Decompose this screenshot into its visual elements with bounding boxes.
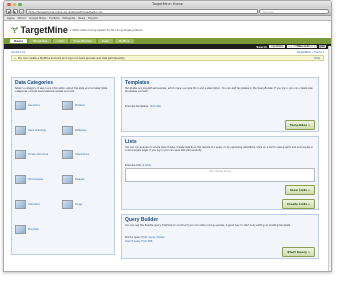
check-icon: ✔ [14, 56, 17, 60]
category-proteins[interactable]: Proteins [62, 101, 85, 110]
breadcrumb-trail[interactable]: TargetMine » Home ? [297, 51, 324, 54]
tab-querybuilder[interactable]: QueryBuilder [69, 38, 97, 44]
category-interactions[interactable]: Interactions [62, 150, 89, 159]
forward-button[interactable]: ▶ [12, 9, 18, 14]
notice-text: You can create a MyMine account and log … [17, 56, 126, 60]
login-links[interactable]: Take a tour | Log in [296, 44, 325, 48]
title-bar: TargetMine: Home [4, 1, 331, 8]
info-notice: ✔ You can create a MyMine account and lo… [11, 55, 324, 61]
hide-notice-link[interactable]: Hide [314, 57, 320, 60]
templates-button[interactable]: Templates » [284, 120, 315, 130]
start-query-from: Start a query from: Gene, Protein [125, 236, 165, 239]
site-header: 🝖 TargetMine v 2010: Data mining system … [4, 21, 331, 38]
category-label: Literature [28, 203, 40, 206]
example-lists-link[interactable]: (4 total) [142, 164, 152, 167]
tab-home[interactable]: Home [10, 38, 28, 44]
enzymes-icon [15, 225, 26, 234]
data-categories-desc: Select a category to see more informatio… [15, 86, 108, 93]
category-label: Proteins [75, 104, 85, 107]
category-label: Enzymes [28, 228, 39, 231]
literature-icon [15, 200, 26, 209]
category-label: Genomics [28, 104, 40, 107]
window-title: TargetMine: Home [152, 2, 183, 6]
contact-link[interactable]: Contact Us [11, 51, 25, 54]
disease-icon [62, 175, 73, 184]
tab-templates[interactable]: Templates [29, 38, 52, 44]
lists-box: [No matches found] [125, 168, 315, 182]
bookmark-item[interactable]: YouTube [49, 17, 60, 20]
example-lists: Example lists (4 total) [125, 164, 151, 167]
back-button[interactable]: ◀ [6, 9, 11, 14]
site-logo[interactable]: TargetMine [21, 25, 68, 35]
main-nav: Home Templates Lists QueryBuilder Data M… [4, 38, 331, 44]
pathways-icon [62, 126, 73, 135]
lists-panel: Lists You can run queries on whole lists… [121, 136, 319, 210]
bookmark-item[interactable]: Yahoo! [17, 17, 26, 20]
logo-icon: 🝖 [11, 26, 19, 35]
category-enzymes[interactable]: Enzymes [15, 225, 39, 234]
category-homologues[interactable]: Homologues [15, 175, 43, 184]
browser-window: TargetMine: Home ◀ ▶ + http://targetmine… [3, 0, 332, 272]
category-label: Protein Structure [28, 153, 49, 156]
templates-desc: Templates are pre-defined queries, which… [125, 86, 313, 93]
address-bar[interactable]: http://targetmine.nibio.go.jp/targetmine… [25, 9, 258, 14]
query-builder-panel: Query Builder You can use the flexible q… [121, 214, 319, 259]
category-literature[interactable]: Literature [15, 200, 40, 209]
homologues-icon [15, 175, 26, 184]
gene-ontology-icon [15, 126, 26, 135]
import-query: Import query from XML [125, 240, 153, 243]
tab-mymine[interactable]: MyMine [114, 38, 134, 44]
tab-lists[interactable]: Lists [53, 38, 68, 44]
create-lists-button[interactable]: Create Lists » [281, 199, 315, 209]
data-categories-title: Data Categories [15, 80, 54, 86]
start-query-button[interactable]: Start Query » [282, 247, 315, 257]
add-bookmark-button[interactable]: + [19, 9, 24, 14]
category-gene-ontology[interactable]: Gene Ontology [15, 126, 46, 135]
main-content: Data Categories Select a category to see… [11, 77, 324, 271]
category-pathways[interactable]: Pathways [62, 126, 86, 135]
site-tagline: v 2010: Data mining system to find drug … [69, 29, 143, 32]
category-disease[interactable]: Disease [62, 175, 84, 184]
example-templates-label: Example templates: [125, 105, 149, 108]
search-type-select[interactable]: Identifiers [269, 44, 286, 49]
templates-panel: Templates Templates are pre-defined quer… [121, 77, 319, 132]
category-label: Disease [75, 178, 85, 181]
category-label: Gene Ontology [28, 129, 46, 132]
example-templates-link[interactable]: (10 total) [150, 105, 161, 108]
bookmark-item[interactable]: Popular [88, 17, 98, 20]
lists-desc: You can run queries on whole lists of da… [125, 145, 314, 152]
tab-data[interactable]: Data [98, 38, 113, 44]
lists-title: Lists [125, 139, 137, 145]
bookmark-item[interactable]: Google Maps [29, 17, 46, 20]
example-lists-label: Example lists [125, 164, 141, 167]
scrollbar[interactable] [328, 46, 331, 271]
search-label: Search [256, 44, 268, 49]
protein-structure-icon [15, 150, 26, 159]
start-query-label: Start a query from: [125, 236, 148, 239]
browser-search-input[interactable]: Google [259, 9, 329, 14]
interactions-icon [62, 150, 73, 159]
templates-title: Templates [125, 80, 150, 86]
genomics-icon [15, 101, 26, 110]
bookmark-item[interactable]: Apple [7, 17, 14, 20]
import-query-link[interactable]: Import query from XML [125, 240, 153, 243]
query-builder-title: Query Builder [125, 217, 159, 223]
category-label: Homologues [28, 178, 43, 181]
category-drugs[interactable]: Drugs [62, 200, 82, 209]
category-label: Drugs [75, 203, 83, 206]
view-lists-button[interactable]: View Lists » [284, 185, 315, 195]
start-query-links[interactable]: Gene, Protein [149, 236, 165, 239]
bookmark-item[interactable]: Wikipedia [62, 17, 75, 20]
example-templates: Example templates: (10 total) [125, 105, 161, 108]
proteins-icon [62, 101, 73, 110]
category-protein-structure[interactable]: Protein Structure [15, 150, 48, 159]
query-builder-desc: You can use the flexible query interface… [125, 223, 291, 227]
drugs-icon [62, 200, 73, 209]
data-categories-panel: Data Categories Select a category to see… [11, 77, 115, 255]
bookmark-item[interactable]: News [78, 17, 85, 20]
category-genomics[interactable]: Genomics [15, 101, 40, 110]
browser-toolbar: ◀ ▶ + http://targetmine.nibio.go.jp/targ… [4, 8, 331, 16]
category-label: Interactions [75, 153, 90, 156]
category-label: Pathways [75, 129, 87, 132]
